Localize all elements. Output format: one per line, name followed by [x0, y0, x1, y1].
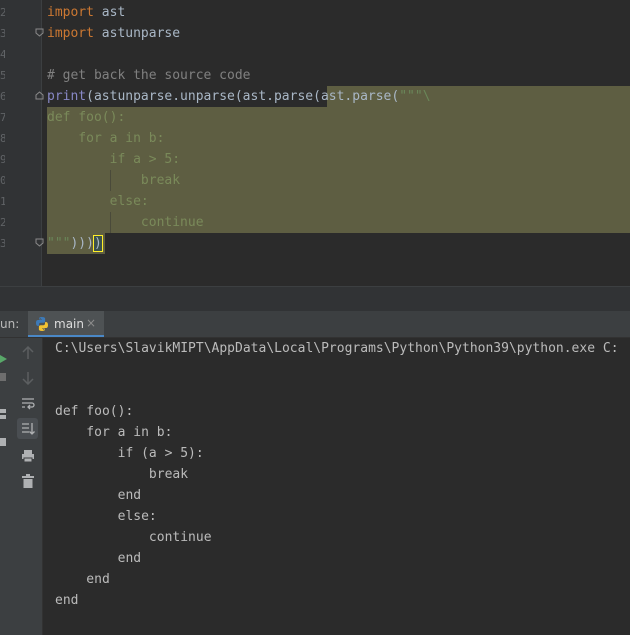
code-line: else: [47, 191, 149, 212]
trash-icon[interactable] [17, 470, 38, 491]
console-line: continue [55, 530, 212, 545]
settings-icon[interactable] [0, 431, 6, 446]
fold-marker-icon[interactable] [35, 238, 44, 247]
code-token: else: [47, 194, 149, 209]
stop-icon[interactable] [0, 373, 6, 381]
line-number: 6 [0, 90, 5, 103]
code-token: ))) [70, 236, 94, 251]
code-line: import ast [47, 2, 125, 23]
line-number: 7 [0, 111, 5, 124]
console-line: end [55, 593, 79, 608]
arrow-up-icon[interactable] [17, 342, 38, 363]
code-token: print [47, 89, 87, 104]
line-number: 9 [0, 153, 5, 166]
console-line: C:\Users\SlavikMIPT\AppData\Local\Progra… [55, 341, 619, 356]
code-line: print(astunparse.unparse(ast.parse(ast.p… [47, 86, 431, 107]
code-line: for a in b: [47, 128, 164, 149]
code-line: """)))) [47, 233, 103, 254]
run-label: un: [0, 317, 20, 331]
code-token: """ [47, 236, 71, 251]
run-toolwindow-header: un: main × [0, 311, 630, 338]
console-line: break [55, 467, 189, 482]
code-token: """\ [399, 89, 431, 104]
tab-main[interactable]: main × [28, 311, 104, 337]
line-number: 4 [0, 48, 5, 61]
console-line: end [55, 572, 110, 587]
console-toolbar [12, 338, 43, 635]
console-output[interactable]: C:\Users\SlavikMIPT\AppData\Local\Progra… [43, 338, 630, 635]
print-icon[interactable] [17, 445, 38, 466]
panel-splitter[interactable] [0, 286, 630, 312]
code-token: # get back the source code [47, 68, 251, 83]
console-line: else: [55, 509, 157, 524]
fold-marker-icon[interactable] [35, 91, 44, 100]
scroll-to-end-icon[interactable] [17, 418, 38, 439]
console-line: def foo(): [55, 404, 134, 419]
console-line: if (a > 5): [55, 446, 204, 461]
code-token: def foo(): [47, 110, 126, 125]
selection-highlight [47, 107, 630, 128]
code-token: for a in b: [47, 131, 165, 146]
code-token: astunparse [93, 26, 181, 41]
code-line: import astunparse [47, 23, 180, 44]
code-line: if a > 5: [47, 149, 180, 170]
soft-wrap-icon[interactable] [17, 393, 38, 414]
code-token: import [47, 26, 94, 41]
code-token: break [47, 173, 181, 188]
code-line: def foo(): [47, 107, 125, 128]
code-editor[interactable]: 2 3 4 5 6 7 8 9 0 1 2 3 import ast import… [0, 0, 630, 286]
line-number: 8 [0, 132, 5, 145]
code-token: if a > 5: [47, 152, 181, 167]
code-token: import [47, 5, 94, 20]
code-token: (astunparse.unparse(ast.parse(ast.parse( [86, 89, 400, 104]
code-token: ) [92, 235, 103, 252]
line-number: 2 [0, 216, 5, 229]
code-token: continue [47, 215, 204, 230]
code-line: continue [47, 212, 204, 233]
line-number: 3 [0, 237, 5, 250]
console-line: end [55, 551, 142, 566]
line-number: 3 [0, 27, 5, 40]
tab-label: main [54, 317, 84, 331]
code-line: break [47, 170, 180, 191]
line-number: 2 [0, 6, 5, 19]
layout-icon[interactable] [0, 404, 6, 419]
console-line: end [55, 488, 142, 503]
run-icon[interactable] [0, 348, 8, 363]
line-number-gutter: 2 3 4 5 6 7 8 9 0 1 2 3 [0, 0, 44, 286]
python-icon [34, 316, 50, 332]
line-number: 0 [0, 174, 5, 187]
code-line: # get back the source code [47, 65, 251, 86]
close-icon[interactable]: × [86, 316, 96, 330]
line-number: 1 [0, 195, 5, 208]
code-token: ast [93, 5, 126, 20]
fold-marker-icon[interactable] [35, 28, 44, 37]
text-cursor [101, 235, 103, 252]
console-line: for a in b: [55, 425, 173, 440]
left-action-strip [0, 338, 12, 635]
arrow-down-icon[interactable] [17, 367, 38, 388]
line-number: 5 [0, 69, 5, 82]
